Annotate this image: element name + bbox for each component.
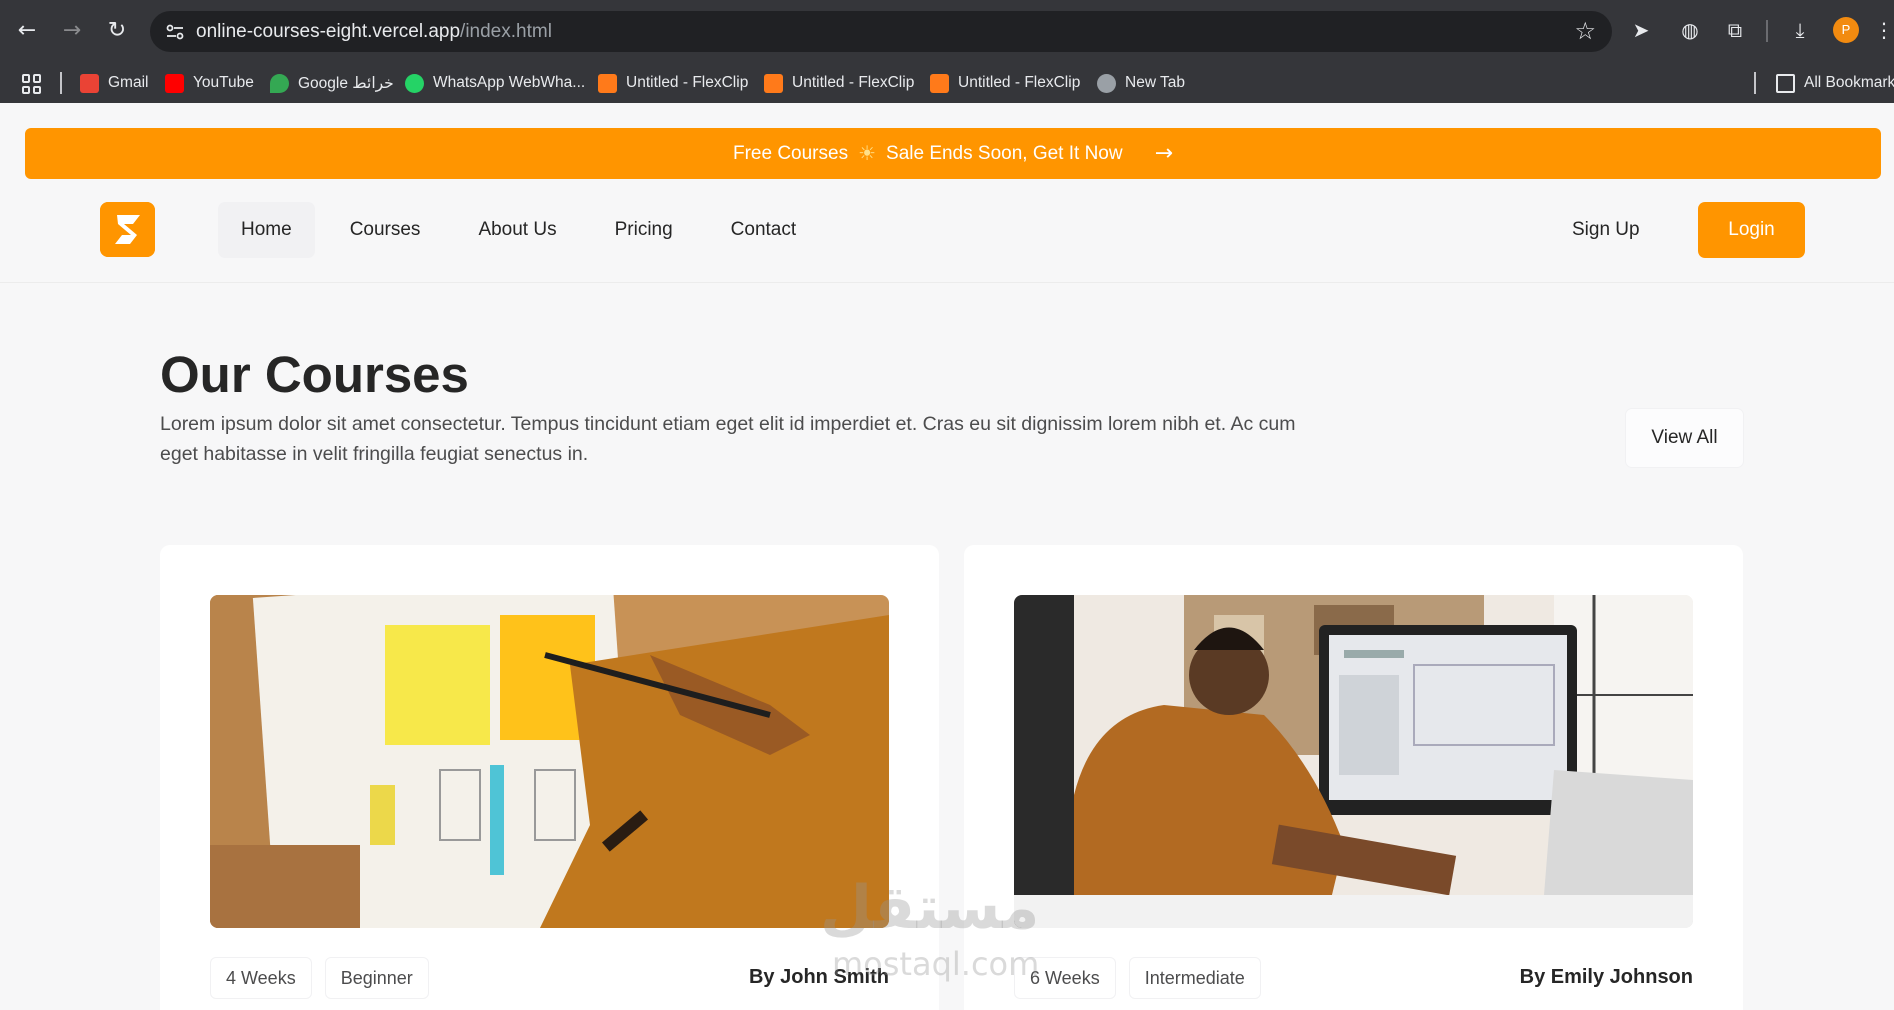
- login-button[interactable]: Login: [1698, 202, 1805, 258]
- bookmark-flexclip-1[interactable]: Untitled - FlexClip: [598, 70, 748, 96]
- browser-toolbar: ← → ↻ online-courses-eight.vercel.app/in…: [0, 0, 1894, 62]
- view-all-button[interactable]: View All: [1625, 408, 1744, 468]
- bookmark-new-tab[interactable]: New Tab: [1097, 70, 1185, 96]
- nav-contact[interactable]: Contact: [708, 202, 819, 258]
- course-author: By Emily Johnson: [1519, 966, 1693, 988]
- duration-tag: 4 Weeks: [210, 957, 312, 999]
- bookmark-whatsapp[interactable]: WhatsApp WebWha...: [405, 70, 585, 96]
- url-text[interactable]: online-courses-eight.vercel.app/index.ht…: [196, 21, 552, 43]
- menu-dots-icon[interactable]: ⋮: [1870, 16, 1894, 44]
- bookmark-youtube[interactable]: YouTube: [165, 70, 254, 96]
- course-tags: 6 Weeks Intermediate: [1014, 957, 1261, 999]
- bookmark-label: Google خرائط: [298, 74, 394, 92]
- web-page: Free Courses ☀ Sale Ends Soon, Get It No…: [0, 103, 1894, 1010]
- promo-text-lead: Free Courses: [732, 142, 849, 164]
- bookmark-label: WhatsApp WebWha...: [433, 74, 586, 91]
- apps-grid-icon[interactable]: [22, 74, 42, 94]
- extensions-puzzle-icon[interactable]: ⧉: [1721, 16, 1749, 44]
- bookmarks-divider: [60, 72, 62, 94]
- back-icon[interactable]: ←: [10, 14, 44, 48]
- nav-home[interactable]: Home: [218, 202, 315, 258]
- gmail-icon: [80, 73, 99, 93]
- reload-icon[interactable]: ↻: [100, 14, 134, 48]
- main-nav: Home Courses About Us Pricing Contact: [218, 202, 831, 258]
- bookmark-flexclip-2[interactable]: Untitled - FlexClip: [764, 70, 914, 96]
- globe-icon: [1097, 73, 1116, 93]
- all-bookmarks-folder[interactable]: All Bookmarks: [1776, 70, 1894, 96]
- bookmark-label: Untitled - FlexClip: [792, 74, 915, 91]
- promo-banner[interactable]: Free Courses ☀ Sale Ends Soon, Get It No…: [25, 128, 1881, 179]
- profile-avatar[interactable]: P: [1833, 17, 1859, 43]
- flexclip-icon: [598, 73, 617, 93]
- level-tag: Beginner: [324, 957, 429, 999]
- folder-icon: [1776, 73, 1795, 93]
- bookmark-label: New Tab: [1125, 74, 1186, 91]
- maps-pin-icon: [270, 73, 289, 93]
- site-info-icon[interactable]: [164, 21, 186, 43]
- course-card[interactable]: 6 Weeks Intermediate By Emily Johnson: [964, 545, 1743, 1010]
- cursor-extension-icon[interactable]: ➤: [1627, 16, 1655, 44]
- bookmark-label: Gmail: [108, 74, 149, 91]
- watermark-url: mostaql.com: [832, 945, 1040, 983]
- forward-icon[interactable]: →: [55, 14, 89, 48]
- bookmark-google-maps[interactable]: Google خرائط: [270, 70, 394, 96]
- url-path: /index.html: [460, 21, 552, 42]
- brand-logo[interactable]: [100, 202, 155, 257]
- course-tags: 4 Weeks Beginner: [210, 957, 429, 999]
- nav-courses[interactable]: Courses: [327, 202, 444, 258]
- promo-text-tail: Sale Ends Soon, Get It Now: [886, 142, 1123, 164]
- sign-up-link[interactable]: Sign Up: [1552, 202, 1660, 258]
- nav-pricing[interactable]: Pricing: [592, 202, 696, 258]
- bookmarks-divider: [1754, 72, 1756, 94]
- toolbar-divider: [1766, 20, 1768, 42]
- site-header: Home Courses About Us Pricing Contact Si…: [0, 179, 1894, 283]
- course-image-workstation: [1014, 595, 1693, 928]
- bookmark-label: YouTube: [193, 74, 254, 91]
- bookmark-star-icon[interactable]: ☆: [1574, 17, 1596, 45]
- arrow-right-icon[interactable]: →: [1155, 141, 1173, 166]
- sun-icon: ☀: [858, 143, 877, 165]
- bookmark-label: Untitled - FlexClip: [958, 74, 1081, 91]
- nav-about-us[interactable]: About Us: [455, 202, 579, 258]
- download-icon[interactable]: ⤓: [1786, 16, 1814, 44]
- browser-chrome: ← → ↻ online-courses-eight.vercel.app/in…: [0, 0, 1894, 103]
- address-bar[interactable]: online-courses-eight.vercel.app/index.ht…: [150, 11, 1612, 52]
- url-host: online-courses-eight.vercel.app: [196, 21, 461, 42]
- flexclip-icon: [764, 73, 783, 93]
- bookmark-gmail[interactable]: Gmail: [80, 70, 148, 96]
- whatsapp-icon: [405, 73, 424, 93]
- flexclip-icon: [930, 73, 949, 93]
- bookmarks-bar: Gmail YouTube Google خرائط WhatsApp WebW…: [0, 62, 1894, 103]
- bookmark-label: Untitled - FlexClip: [626, 74, 749, 91]
- course-image-sticky-notes: [210, 595, 889, 928]
- globe-extension-icon[interactable]: ◍: [1676, 16, 1704, 44]
- courses-description: Lorem ipsum dolor sit amet consectetur. …: [160, 413, 1296, 465]
- watermark-logo: مستقل: [820, 873, 1040, 943]
- level-tag: Intermediate: [1128, 957, 1261, 999]
- youtube-icon: [165, 73, 184, 93]
- bookmark-flexclip-3[interactable]: Untitled - FlexClip: [930, 70, 1080, 96]
- courses-title: Our Courses: [160, 346, 469, 403]
- all-bookmarks-label: All Bookmarks: [1804, 74, 1894, 91]
